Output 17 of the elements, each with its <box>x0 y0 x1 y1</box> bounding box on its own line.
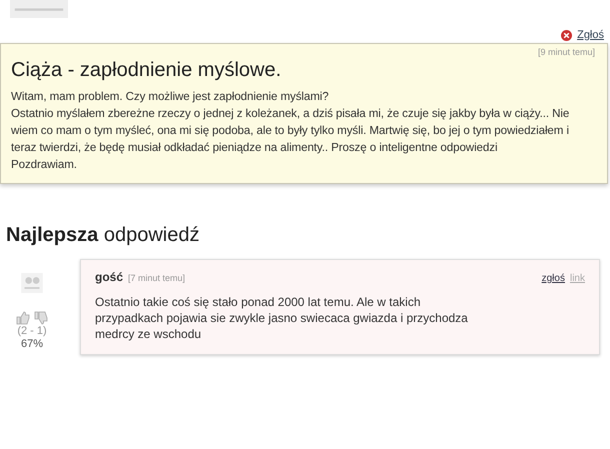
question-text: Ostatnio myślałem zbereżne rzeczy o jednej z koleżanek, a dziś pisała mi, że czuje się jakby była w ciąży... Nie wiem co mam o tym myśleć, ona mi się podoba, ale to były tylko myśli. Martwię się, bo jej o tym powiedziałem i teraz twierdzi, że będę musiał odkładać pieniądze na alimenty.. Proszę o inteligentne odpowiedzi <box>11 106 570 156</box>
question-text: Witam, mam problem. Czy możliwe jest zapłodnienie myślami? <box>11 89 330 105</box>
answer-text: Ostatnio takie coś się stało ponad 2000 lat temu. Ale w takich przypadkach pojawia sie zwykle jasno swiecaca gwiazda i przychodza medrcy ze wschodu <box>95 294 469 342</box>
report-link[interactable]: zgłoś <box>542 273 565 284</box>
question-title: Ciąża - zapłodnienie myślowe. <box>11 59 282 82</box>
vote-percent: 67% <box>20 338 44 351</box>
question-text: Pozdrawiam. <box>11 157 78 173</box>
user-avatar-icon <box>21 273 43 293</box>
thumbs-up-icon[interactable] <box>16 311 30 325</box>
thumbs-down-icon[interactable] <box>34 311 48 325</box>
author-name: gość <box>95 270 124 284</box>
timestamp: [7 minut temu] <box>128 273 186 283</box>
section-heading: Najlepsza odpowiedź <box>6 224 200 247</box>
timestamp: [9 minut temu] <box>536 47 595 57</box>
report-link[interactable]: Zgłoś <box>561 29 604 41</box>
vote-count: (2 - 1) <box>17 325 47 338</box>
close-icon <box>561 30 572 40</box>
